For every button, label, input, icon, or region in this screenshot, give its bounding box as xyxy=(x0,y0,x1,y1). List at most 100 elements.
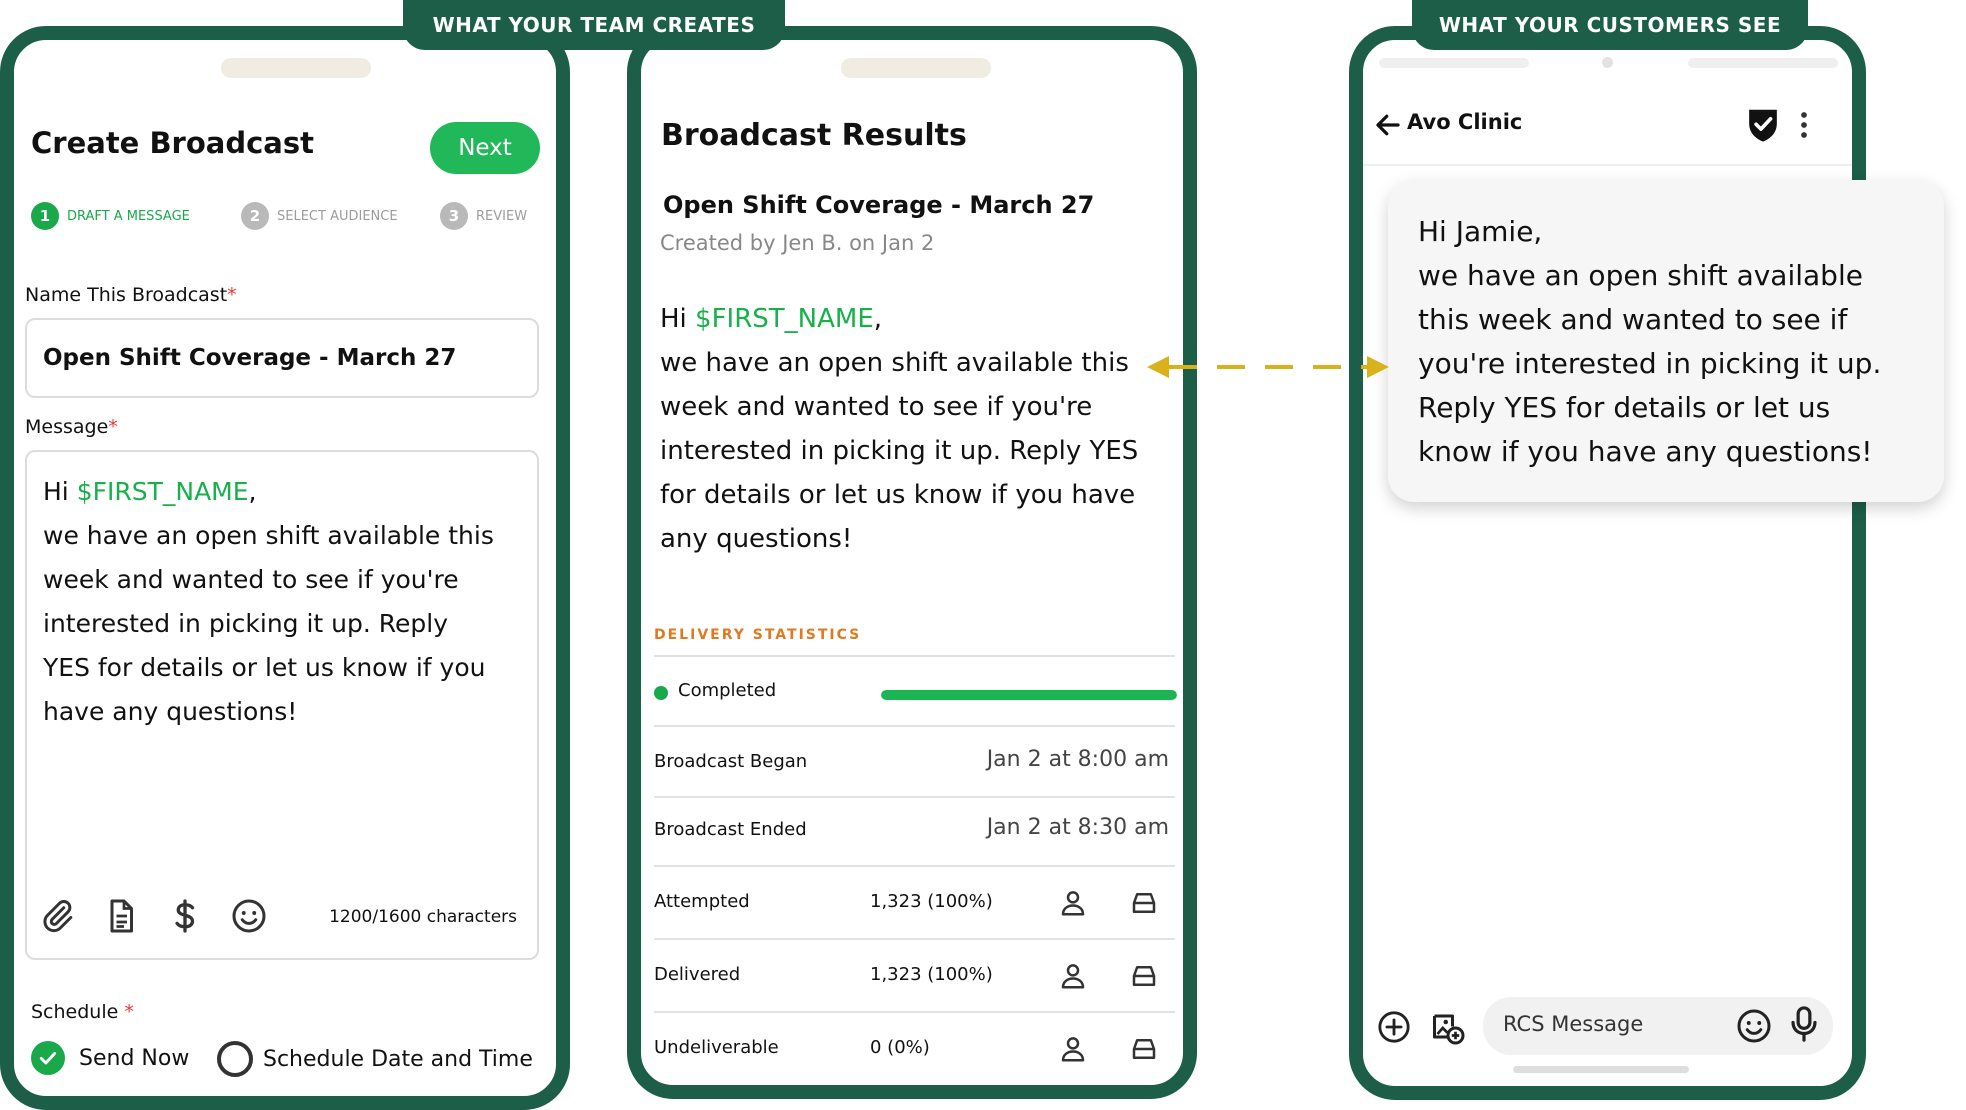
required-mark: * xyxy=(227,284,237,306)
message-textarea[interactable]: Hi $FIRST_NAME, we have an open shift av… xyxy=(25,450,539,960)
paperclip-icon[interactable] xyxy=(39,898,75,934)
step-review[interactable]: 3 REVIEW xyxy=(440,202,527,230)
step-number: 2 xyxy=(241,202,269,230)
results-title: Broadcast Results xyxy=(661,118,967,153)
attempted-value: 1,323 (100%) xyxy=(870,891,993,912)
dollar-icon[interactable] xyxy=(167,898,203,934)
broadcast-began-label: Broadcast Began xyxy=(654,751,808,772)
team-creates-banner: WHAT YOUR TEAM CREATES xyxy=(403,0,785,50)
delivered-value: 1,323 (100%) xyxy=(870,964,993,985)
message-label-text: Message xyxy=(25,416,109,438)
message-line: week and wanted to see if you're xyxy=(43,565,459,594)
person-icon[interactable] xyxy=(1058,888,1088,918)
schedule-date-time-option[interactable]: Schedule Date and Time xyxy=(217,1041,533,1077)
delivered-label: Delivered xyxy=(654,964,741,985)
schedule-label: Schedule * xyxy=(31,1001,134,1023)
incoming-message-bubble: Hi Jamie, we have an open shift availabl… xyxy=(1388,180,1944,502)
message-line: we have an open shift available this xyxy=(660,348,1129,378)
message-field-label: Message* xyxy=(25,416,118,438)
back-arrow-icon[interactable] xyxy=(1373,110,1403,140)
broadcast-name: Open Shift Coverage - March 27 xyxy=(663,191,1095,219)
broadcast-results-phone: Broadcast Results Open Shift Coverage - … xyxy=(627,26,1197,1099)
verified-shield-icon[interactable] xyxy=(1746,107,1780,143)
rcs-message-input[interactable]: RCS Message xyxy=(1483,997,1833,1055)
microphone-icon[interactable] xyxy=(1789,1005,1819,1043)
checked-radio-icon xyxy=(31,1041,65,1075)
broadcast-began-value: Jan 2 at 8:00 am xyxy=(986,747,1169,772)
person-icon[interactable] xyxy=(1058,961,1088,991)
step-label: DRAFT A MESSAGE xyxy=(67,208,190,224)
unchecked-radio-icon xyxy=(217,1041,253,1077)
message-line: week and wanted to see if you're xyxy=(660,392,1093,422)
phone-notch xyxy=(221,58,371,78)
customers-see-banner: WHAT YOUR CUSTOMERS SEE xyxy=(1412,0,1808,50)
greeting-text: Hi xyxy=(43,477,77,506)
divider xyxy=(654,796,1175,798)
completed-label: Completed xyxy=(678,680,777,701)
message-greeting-line: Hi $FIRST_NAME, xyxy=(43,470,523,514)
step-number: 1 xyxy=(31,202,59,230)
message-line: for details or let us know if you have xyxy=(660,480,1136,510)
gallery-add-icon[interactable] xyxy=(1430,1010,1466,1046)
emoji-icon[interactable] xyxy=(231,898,267,934)
completed-progress-fill xyxy=(881,690,1177,700)
first-name-variable: $FIRST_NAME xyxy=(695,304,874,334)
divider xyxy=(654,1011,1175,1013)
divider xyxy=(654,865,1175,867)
camera-dot xyxy=(1602,57,1613,68)
status-bar-left xyxy=(1379,58,1529,68)
create-broadcast-phone: Create Broadcast Next 1 DRAFT A MESSAGE … xyxy=(0,26,570,1110)
inbox-icon[interactable] xyxy=(1129,961,1159,991)
phone-notch xyxy=(841,58,991,78)
bubble-line: you're interested in picking it up. xyxy=(1418,347,1882,380)
broadcast-ended-value: Jan 2 at 8:30 am xyxy=(986,815,1169,840)
send-now-label: Send Now xyxy=(79,1045,190,1071)
required-mark: * xyxy=(108,416,118,438)
status-bar-right xyxy=(1688,58,1838,68)
delivery-statistics-title: DELIVERY STATISTICS xyxy=(654,627,862,643)
bubble-line: Hi Jamie, xyxy=(1418,215,1543,248)
bubble-line: this week and wanted to see if xyxy=(1418,303,1848,336)
character-count: 1200/1600 characters xyxy=(329,907,517,927)
inbox-icon[interactable] xyxy=(1129,888,1159,918)
message-line: interested in picking it up. Reply xyxy=(43,609,449,638)
send-now-option[interactable]: Send Now xyxy=(31,1041,189,1075)
step-draft-message[interactable]: 1 DRAFT A MESSAGE xyxy=(31,202,190,230)
broadcast-name-value: Open Shift Coverage - March 27 xyxy=(43,345,457,371)
more-options-icon[interactable] xyxy=(1797,110,1811,140)
add-icon[interactable] xyxy=(1377,1010,1411,1044)
step-label: REVIEW xyxy=(476,208,528,224)
contact-name: Avo Clinic xyxy=(1407,110,1523,134)
greeting-comma: , xyxy=(248,477,257,506)
name-label-text: Name This Broadcast xyxy=(25,284,228,306)
message-line: interested in picking it up. Reply YES xyxy=(660,436,1139,466)
divider xyxy=(654,725,1175,727)
step-select-audience[interactable]: 2 SELECT AUDIENCE xyxy=(241,202,398,230)
double-arrow-icon xyxy=(1147,356,1389,378)
inbox-icon[interactable] xyxy=(1129,1034,1159,1064)
step-number: 3 xyxy=(440,202,468,230)
rcs-placeholder: RCS Message xyxy=(1503,1012,1644,1036)
step-label: SELECT AUDIENCE xyxy=(277,208,398,224)
next-button[interactable]: Next xyxy=(430,122,540,174)
message-line: have any questions! xyxy=(43,697,298,726)
message-body: Hi $FIRST_NAME, we have an open shift av… xyxy=(43,470,523,734)
divider xyxy=(654,938,1175,940)
message-line: any questions! xyxy=(660,524,853,554)
document-icon[interactable] xyxy=(103,898,139,934)
created-by: Created by Jen B. on Jan 2 xyxy=(660,231,935,255)
greeting-comma: , xyxy=(873,304,883,334)
person-icon[interactable] xyxy=(1058,1034,1088,1064)
schedule-label-text: Schedule xyxy=(31,1001,119,1023)
attempted-label: Attempted xyxy=(654,891,750,912)
page-title: Create Broadcast xyxy=(31,126,314,160)
home-indicator xyxy=(1513,1066,1689,1073)
divider xyxy=(654,655,1175,657)
emoji-icon[interactable] xyxy=(1736,1008,1772,1044)
header-divider xyxy=(1363,164,1852,166)
greeting-text: Hi xyxy=(660,304,696,334)
schedule-date-time-label: Schedule Date and Time xyxy=(263,1046,533,1072)
message-line: we have an open shift available this xyxy=(43,521,494,550)
broadcast-name-input[interactable]: Open Shift Coverage - March 27 xyxy=(25,318,539,398)
completed-status-dot xyxy=(654,686,668,700)
